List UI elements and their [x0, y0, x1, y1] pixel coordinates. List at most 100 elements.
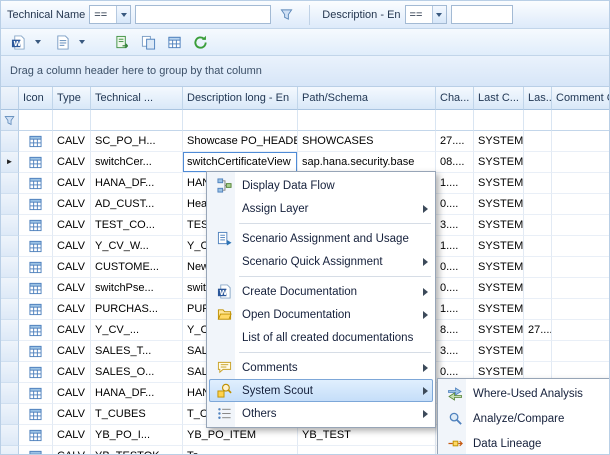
- cell-icon[interactable]: [19, 299, 53, 320]
- column-header-type[interactable]: Type: [53, 87, 91, 110]
- technical-name-operator-dropdown[interactable]: [116, 6, 130, 23]
- cell-technical[interactable]: CUSTOME...: [91, 257, 183, 278]
- cell-technical[interactable]: AD_CUST...: [91, 194, 183, 215]
- cell-type[interactable]: CALV: [53, 404, 91, 425]
- toolbar-document-template-dropdown[interactable]: [76, 31, 88, 53]
- cell-comment[interactable]: [552, 341, 609, 362]
- cell-type[interactable]: CALV: [53, 425, 91, 446]
- cell-technical[interactable]: SC_PO_H...: [91, 131, 183, 152]
- cell-comment[interactable]: [552, 320, 609, 341]
- cell-type[interactable]: CALV: [53, 215, 91, 236]
- technical-name-operator-select[interactable]: ==: [89, 5, 131, 24]
- filter-options-button[interactable]: [275, 5, 297, 25]
- cell-last_changed[interactable]: SYSTEM: [474, 320, 524, 341]
- cell-icon[interactable]: [19, 404, 53, 425]
- cell-comment[interactable]: [552, 215, 609, 236]
- cell-changed[interactable]: 1....: [436, 299, 474, 320]
- cell-last_changed[interactable]: SYSTEM: [474, 194, 524, 215]
- cell-comment[interactable]: [552, 299, 609, 320]
- cell-technical[interactable]: TEST_CO...: [91, 215, 183, 236]
- toolbar-word-documentation-dropdown[interactable]: [32, 31, 44, 53]
- cell-technical[interactable]: YB_TESTOK...: [91, 446, 183, 455]
- cell-path[interactable]: YB_TEST: [298, 425, 436, 446]
- toolbar-export-button[interactable]: [110, 31, 134, 53]
- cell-technical[interactable]: switchCer...: [91, 152, 183, 173]
- toolbar-word-documentation-button[interactable]: W: [6, 31, 30, 53]
- cell-type[interactable]: CALV: [53, 299, 91, 320]
- menu-item-list-of-all-created-documentations[interactable]: List of all created documentations: [209, 326, 433, 349]
- menu-item-create-documentation[interactable]: WCreate Documentation: [209, 280, 433, 303]
- cell-last_changed[interactable]: SYSTEM: [474, 341, 524, 362]
- cell-last_changed[interactable]: SYSTEM: [474, 236, 524, 257]
- cell-type[interactable]: CALV: [53, 320, 91, 341]
- cell-description[interactable]: YB_PO_ITEM: [183, 425, 298, 446]
- menu-item-system-scout[interactable]: System Scout: [209, 379, 433, 402]
- cell-type[interactable]: CALV: [53, 446, 91, 455]
- cell-type[interactable]: CALV: [53, 257, 91, 278]
- toolbar-copy-grid-button[interactable]: [162, 31, 186, 53]
- cell-comment[interactable]: [552, 194, 609, 215]
- cell-icon[interactable]: [19, 320, 53, 341]
- cell-last_changed[interactable]: SYSTEM: [474, 173, 524, 194]
- description-en-filter-input[interactable]: [451, 5, 513, 24]
- cell-comment[interactable]: [552, 236, 609, 257]
- cell-last_changed[interactable]: SYSTEM: [474, 278, 524, 299]
- cell-changed[interactable]: 27....: [436, 131, 474, 152]
- filter-cell-last-c[interactable]: [474, 110, 524, 131]
- cell-description[interactable]: Te...: [183, 446, 298, 455]
- cell-last[interactable]: [524, 173, 552, 194]
- cell-technical[interactable]: Y_CV_W...: [91, 236, 183, 257]
- menu-item-comments[interactable]: Comments: [209, 356, 433, 379]
- column-header-icon[interactable]: Icon: [19, 87, 53, 110]
- cell-icon[interactable]: [19, 257, 53, 278]
- cell-comment[interactable]: [552, 278, 609, 299]
- cell-changed[interactable]: 8....: [436, 320, 474, 341]
- cell-last_changed[interactable]: SYSTEM: [474, 131, 524, 152]
- cell-technical[interactable]: YB_PO_I...: [91, 425, 183, 446]
- cell-last_changed[interactable]: SYSTEM: [474, 152, 524, 173]
- cell-changed[interactable]: 0....: [436, 257, 474, 278]
- technical-name-filter-input[interactable]: [135, 5, 271, 24]
- cell-last[interactable]: 27....: [524, 320, 552, 341]
- cell-last[interactable]: [524, 194, 552, 215]
- filter-cell-comment-con[interactable]: [552, 110, 610, 131]
- table-row[interactable]: ►CALVswitchCer...switchCertificateViewsa…: [1, 152, 609, 173]
- cell-icon[interactable]: [19, 341, 53, 362]
- cell-icon[interactable]: [19, 236, 53, 257]
- cell-last[interactable]: [524, 131, 552, 152]
- cell-last[interactable]: [524, 215, 552, 236]
- cell-icon[interactable]: [19, 446, 53, 455]
- cell-changed[interactable]: 1....: [436, 236, 474, 257]
- menu-item-others[interactable]: Others: [209, 402, 433, 425]
- cell-type[interactable]: CALV: [53, 236, 91, 257]
- cell-last[interactable]: [524, 278, 552, 299]
- column-header-technical[interactable]: Technical ...: [91, 87, 183, 110]
- filter-cell-description-long-en[interactable]: [183, 110, 298, 131]
- cell-last_changed[interactable]: SYSTEM: [474, 257, 524, 278]
- cell-type[interactable]: CALV: [53, 131, 91, 152]
- toolbar-refresh-button[interactable]: [188, 31, 212, 53]
- filter-cell-icon[interactable]: [19, 110, 53, 131]
- cell-type[interactable]: CALV: [53, 194, 91, 215]
- toolbar-document-template-button[interactable]: [50, 31, 74, 53]
- cell-description[interactable]: switchCertificateView: [183, 152, 298, 173]
- menu-item-data-lineage[interactable]: Data Lineage: [440, 431, 607, 455]
- table-row[interactable]: CALVSC_PO_H...Showcase PO_HEADERSHOWCASE…: [1, 131, 609, 152]
- cell-icon[interactable]: [19, 194, 53, 215]
- cell-icon[interactable]: [19, 383, 53, 404]
- cell-technical[interactable]: Y_CV_...: [91, 320, 183, 341]
- column-header-cha[interactable]: Cha...: [436, 87, 474, 110]
- cell-description[interactable]: Showcase PO_HEADER: [183, 131, 298, 152]
- cell-icon[interactable]: [19, 173, 53, 194]
- cell-technical[interactable]: switchPse...: [91, 278, 183, 299]
- cell-changed[interactable]: 1....: [436, 173, 474, 194]
- cell-comment[interactable]: [552, 173, 609, 194]
- filter-cell-path-schema[interactable]: [298, 110, 436, 131]
- column-header-description-long-en[interactable]: Description long - En: [183, 87, 298, 110]
- menu-item-scenario-quick-assignment[interactable]: Scenario Quick Assignment: [209, 250, 433, 273]
- description-en-operator-select[interactable]: ==: [405, 5, 447, 24]
- menu-item-analyze-compare[interactable]: Analyze/Compare: [440, 406, 607, 431]
- filter-cell-technical[interactable]: [91, 110, 183, 131]
- cell-changed[interactable]: 0....: [436, 194, 474, 215]
- filter-cell-cha[interactable]: [436, 110, 474, 131]
